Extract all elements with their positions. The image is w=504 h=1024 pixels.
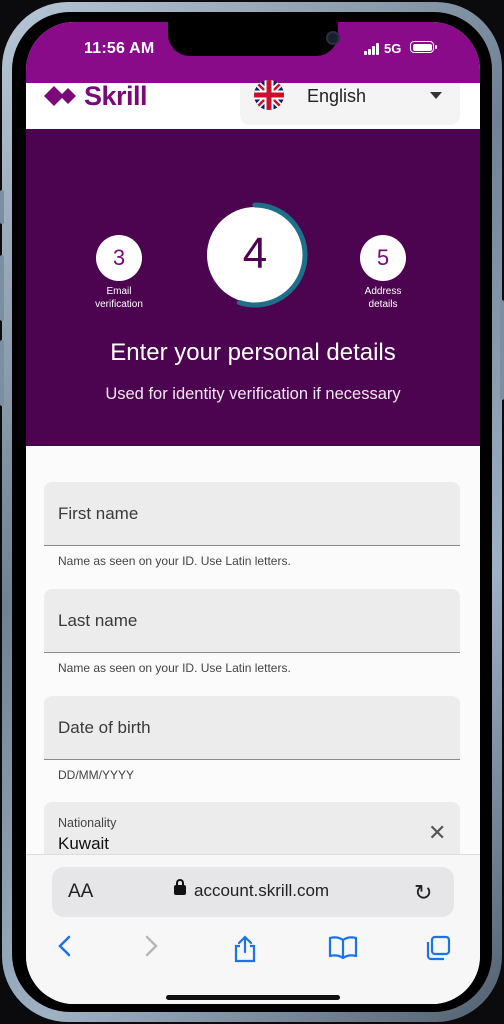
tabs-button[interactable] <box>418 935 458 968</box>
address-bar[interactable]: AA account.skrill.com ↻ <box>52 867 454 917</box>
share-icon <box>234 935 256 963</box>
book-icon <box>328 936 358 960</box>
nationality-value: Kuwait <box>58 834 110 853</box>
last-name-label: Last name <box>58 611 138 630</box>
text-size-button[interactable]: AA <box>68 881 93 903</box>
date-of-birth-field[interactable]: Date of birth <box>44 696 460 760</box>
tabs-icon <box>426 935 451 961</box>
last-name-hint: Name as seen on your ID. Use Latin lette… <box>58 661 291 675</box>
skrill-logo[interactable]: Skrill <box>44 80 148 111</box>
notch <box>168 22 340 56</box>
back-button[interactable] <box>44 935 84 964</box>
hero-banner: 3 Email verification 4 5 Address details… <box>26 129 480 446</box>
language-select[interactable]: English <box>240 80 460 125</box>
lock-icon <box>174 879 186 895</box>
first-name-hint: Name as seen on your ID. Use Latin lette… <box>58 554 291 568</box>
step-5-caption: Address details <box>338 285 428 311</box>
battery-icon <box>410 41 437 53</box>
power-button <box>500 300 504 400</box>
date-of-birth-hint: DD/MM/YYYY <box>58 768 135 782</box>
step-5-caption-line2: details <box>368 299 398 310</box>
personal-details-form: First name Name as seen on your ID. Use … <box>26 446 480 862</box>
step-3-caption-line1: Email <box>106 286 132 297</box>
front-camera <box>326 31 340 45</box>
browser-toolbar: AA account.skrill.com ↻ <box>26 854 480 1004</box>
status-time: 11:56 AM <box>84 40 155 57</box>
caret-down-icon <box>430 92 442 99</box>
step-5-caption-line1: Address <box>364 286 402 297</box>
signal-icon <box>364 43 382 55</box>
network-type: 5G <box>384 41 402 56</box>
page-subtitle: Used for identity verification if necess… <box>105 385 401 403</box>
step-5-badge: 5 <box>360 235 406 281</box>
mute-switch <box>0 190 4 224</box>
reload-icon[interactable]: ↻ <box>414 880 432 906</box>
last-name-field[interactable]: Last name <box>44 589 460 653</box>
text-size-label: AA <box>68 881 94 902</box>
skrill-logo-mark-icon <box>44 86 76 106</box>
first-name-field[interactable]: First name <box>44 482 460 546</box>
step-4-number: 4 <box>242 229 268 278</box>
clear-icon[interactable]: ✕ <box>428 822 446 844</box>
screen: 11:56 AM 5G Skrill English 3 Email verif… <box>26 22 480 1004</box>
language-label: English <box>307 86 367 106</box>
page-title: Enter your personal details <box>110 339 396 366</box>
nationality-select[interactable]: Nationality Kuwait ✕ <box>44 802 460 862</box>
volume-up-button <box>0 255 4 321</box>
uk-flag-icon <box>254 80 284 110</box>
brand-name: Skrill <box>84 80 148 111</box>
home-indicator <box>166 995 340 1000</box>
share-button[interactable] <box>225 935 265 970</box>
first-name-label: First name <box>58 504 139 523</box>
step-3-caption: Email verification <box>74 285 164 311</box>
bookmarks-button[interactable] <box>323 935 363 966</box>
url-text: account.skrill.com <box>194 881 330 900</box>
date-of-birth-label: Date of birth <box>58 718 151 737</box>
chevron-left-icon <box>58 935 71 957</box>
step-3-caption-line2: verification <box>95 299 143 310</box>
chevron-right-icon <box>145 935 158 957</box>
status-bar: 11:56 AM 5G <box>26 22 480 83</box>
step-4-current-badge: 4 <box>202 202 308 308</box>
forward-button[interactable] <box>132 935 172 964</box>
site-header: Skrill English <box>26 80 480 129</box>
nationality-label: Nationality <box>58 816 117 830</box>
volume-down-button <box>0 340 4 406</box>
step-3-badge: 3 <box>96 235 142 281</box>
